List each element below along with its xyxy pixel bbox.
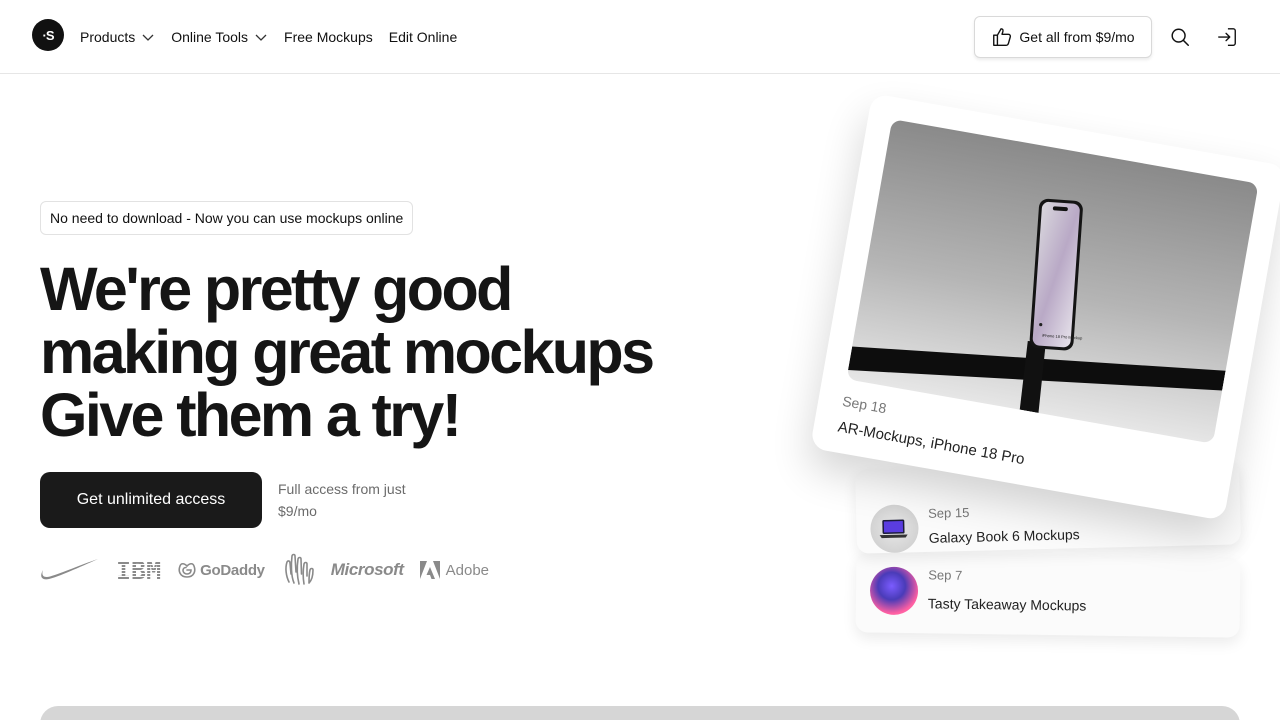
adobe-logo: Adobe [419, 561, 490, 579]
galaxy-thumbnail [869, 504, 920, 554]
featured-card-date: Sep 18 [841, 392, 888, 417]
godaddy-text: GoDaddy [200, 561, 265, 579]
sign-in-button[interactable] [1215, 25, 1239, 49]
nav-products-label: Products [80, 29, 136, 45]
card-date: Sep 7 [928, 567, 963, 583]
site-logo[interactable]: ·S [32, 19, 64, 51]
adobe-icon [419, 561, 440, 579]
next-section-preview [40, 706, 1240, 720]
ibm-logo: IBM [116, 555, 162, 585]
tasty-thumbnail [869, 566, 919, 616]
godaddy-logo: GoDaddy [177, 561, 265, 579]
thumbs-up-icon [993, 28, 1012, 46]
featured-card-title: AR-Mockups, iPhone 18 Pro [836, 418, 1026, 469]
featured-mockup-image: iPhone 18 Pro Mockup [846, 119, 1259, 444]
hero-headline: We're pretty good making great mockups G… [40, 258, 680, 447]
chevron-down-icon [255, 34, 267, 41]
headline-line-1: We're pretty good [40, 255, 513, 323]
nav-online-tools[interactable]: Online Tools [171, 27, 268, 47]
client-logos: IBM GoDaddy Microsoft Adobe [40, 552, 489, 588]
info-pill: No need to download - Now you can use mo… [40, 201, 414, 235]
featured-mockup-card[interactable]: iPhone 18 Pro Mockup Sep 18 AR-Mockups, … [809, 93, 1280, 521]
nav-products[interactable]: Products [80, 27, 155, 47]
laptop-icon [879, 519, 908, 539]
hands-logo [283, 552, 315, 588]
headline-line-3: Give them a try! [40, 381, 462, 449]
get-all-button[interactable]: Get all from $9/mo [974, 16, 1152, 58]
sign-in-icon [1218, 28, 1236, 46]
nav-edit-online[interactable]: Edit Online [389, 27, 457, 47]
cta-note: Full access from just $9/mo [278, 481, 406, 519]
nike-logo [40, 557, 100, 583]
headline-line-2: making great mockups [40, 318, 655, 386]
mockup-card-tasty[interactable]: Sep 7 Tasty Takeaway Mockups [855, 552, 1241, 638]
get-unlimited-access-button[interactable]: Get unlimited access [40, 472, 262, 528]
nike-swoosh-icon [41, 559, 98, 580]
card-title: Galaxy Book 6 Mockups [928, 526, 1080, 546]
search-icon [1171, 28, 1189, 46]
card-title: Tasty Takeaway Mockups [927, 595, 1087, 614]
microsoft-logo: Microsoft [330, 560, 404, 579]
hands-icon [284, 553, 314, 585]
iphone-on-stand-image: iPhone 18 Pro Mockup [846, 198, 1226, 413]
godaddy-icon [178, 562, 196, 578]
chevron-down-icon [142, 34, 154, 41]
nav-edit-online-label: Edit Online [388, 29, 458, 45]
adobe-text: Adobe [445, 561, 490, 579]
nav-online-tools-label: Online Tools [171, 29, 249, 45]
nav-free-mockups-label: Free Mockups [284, 29, 373, 45]
get-all-button-label: Get all from $9/mo [1019, 29, 1135, 45]
site-header: ·S Products Online Tools Free Mockups Ed… [0, 0, 1280, 74]
main-nav: Products Online Tools Free Mockups Edit … [80, 27, 457, 47]
search-button[interactable] [1168, 25, 1192, 49]
card-date: Sep 15 [927, 504, 970, 521]
nav-free-mockups[interactable]: Free Mockups [284, 27, 373, 47]
